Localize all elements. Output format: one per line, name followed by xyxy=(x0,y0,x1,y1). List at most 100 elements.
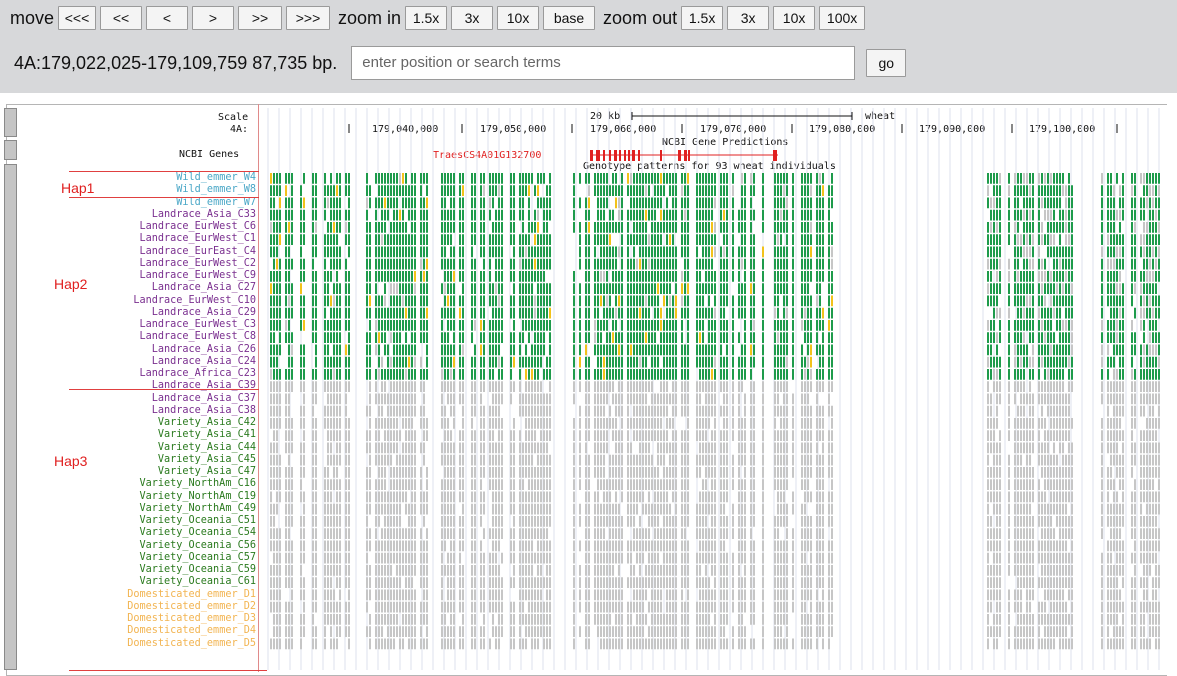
genotype-cell xyxy=(471,247,473,258)
genotype-cell xyxy=(312,565,314,576)
genotype-cell xyxy=(414,479,416,490)
genotype-cell xyxy=(405,455,407,466)
genotype-cell xyxy=(396,492,398,503)
genotype-cell xyxy=(681,320,683,331)
genotype-cell xyxy=(312,418,314,429)
genotype-cell xyxy=(600,222,602,233)
genotype-cell xyxy=(639,381,641,392)
genotype-cell xyxy=(540,590,542,601)
genotype-cell xyxy=(549,394,551,405)
genotype-cell xyxy=(474,430,476,441)
genotype-cell xyxy=(399,577,401,588)
genotype-cell xyxy=(453,381,455,392)
genotype-cell xyxy=(630,283,632,294)
genotype-cell xyxy=(714,271,716,282)
genotype-cell xyxy=(819,271,821,282)
genotype-cell xyxy=(573,418,575,429)
genotype-cell xyxy=(714,443,716,454)
genotype-cell xyxy=(822,418,824,429)
genotype-cell xyxy=(453,443,455,454)
genotype-cell xyxy=(816,210,818,221)
genotype-cell xyxy=(492,357,494,368)
genotype-cell xyxy=(681,565,683,576)
genotype-cell xyxy=(348,516,350,527)
genotype-cell xyxy=(447,173,449,184)
genotype-cell xyxy=(660,394,662,405)
genotype-cell xyxy=(780,222,782,233)
genotype-cell xyxy=(375,296,377,307)
genotype-cell xyxy=(792,455,794,466)
genotype-cell xyxy=(387,173,389,184)
genotype-cell xyxy=(636,296,638,307)
genotype-cell xyxy=(780,332,782,343)
genotype-cell xyxy=(828,443,830,454)
genotype-cell xyxy=(396,259,398,270)
genotype-cell xyxy=(285,626,287,637)
genotype-cell xyxy=(501,626,503,637)
genotype-cell xyxy=(675,394,677,405)
genotype-cell xyxy=(522,479,524,490)
genotype-cell xyxy=(402,553,404,564)
genotype-cell xyxy=(273,381,275,392)
genotype-cell xyxy=(411,553,413,564)
genotype-cell xyxy=(339,553,341,564)
genotype-cell xyxy=(801,430,803,441)
genotype-cell xyxy=(384,259,386,270)
genotype-cell xyxy=(528,418,530,429)
genotype-cell xyxy=(684,283,686,294)
genotype-cell xyxy=(609,541,611,552)
genotype-cell xyxy=(594,394,596,405)
genotype-cell xyxy=(279,614,281,625)
genotype-cell xyxy=(414,283,416,294)
genotype-cell xyxy=(987,541,989,552)
genotype-cell xyxy=(549,565,551,576)
genotype-cell xyxy=(609,234,611,245)
genotype-cell xyxy=(804,381,806,392)
genotype-cell xyxy=(288,296,290,307)
genotype-cell xyxy=(426,565,428,576)
genotype-cell xyxy=(741,296,743,307)
genotype-cell xyxy=(783,210,785,221)
genotype-cell xyxy=(453,528,455,539)
genotype-cell xyxy=(495,577,497,588)
genotype-cell xyxy=(720,577,722,588)
genotype-cell xyxy=(600,247,602,258)
genotype-cell xyxy=(990,210,992,221)
genotype-cell xyxy=(285,271,287,282)
genotype-cell xyxy=(384,394,386,405)
genotype-cell xyxy=(303,259,305,270)
genotype-cell xyxy=(501,443,503,454)
genotype-cell xyxy=(804,308,806,319)
genotype-cell xyxy=(720,614,722,625)
genotype-cell xyxy=(402,369,404,380)
genotype-cell xyxy=(366,479,368,490)
genotype-cell xyxy=(543,479,545,490)
genotype-cell xyxy=(666,418,668,429)
genotype-cell xyxy=(783,247,785,258)
genotype-cell xyxy=(378,345,380,356)
genotype-cell xyxy=(405,406,407,417)
genotype-cell xyxy=(513,283,515,294)
genotype-cell xyxy=(288,504,290,515)
genotype-cell xyxy=(762,247,764,258)
genotype-cell xyxy=(777,320,779,331)
genotype-cell xyxy=(459,394,461,405)
genotype-cell xyxy=(708,590,710,601)
genotype-cell xyxy=(423,210,425,221)
genotype-cell xyxy=(603,443,605,454)
genotype-cell xyxy=(600,394,602,405)
genotype-cell xyxy=(651,565,653,576)
genotype-cell xyxy=(444,222,446,233)
genotype-cell xyxy=(654,345,656,356)
genotype-cell xyxy=(609,357,611,368)
genotype-cell xyxy=(648,418,650,429)
genotype-cell xyxy=(333,479,335,490)
genotype-cell xyxy=(654,418,656,429)
genotype-cell xyxy=(585,590,587,601)
genotype-cell xyxy=(672,430,674,441)
genotype-cell xyxy=(303,296,305,307)
genotype-cell xyxy=(696,357,698,368)
genotype-cell xyxy=(408,614,410,625)
genotype-cell xyxy=(993,443,995,454)
genotype-cell xyxy=(996,406,998,417)
